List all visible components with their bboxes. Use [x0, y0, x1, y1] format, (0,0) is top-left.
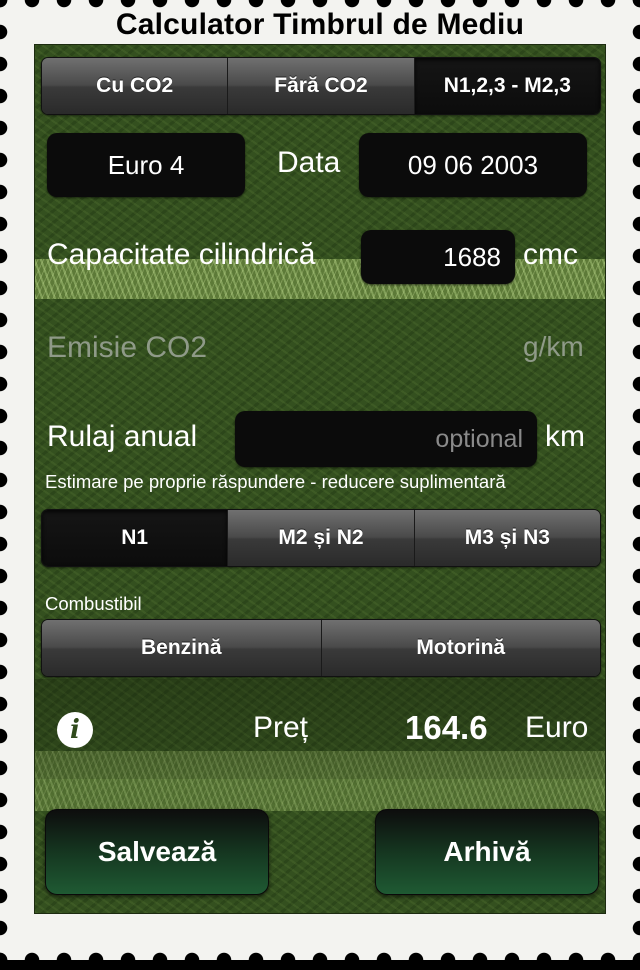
calculator-panel: Cu CO2 Fără CO2 N1,2,3 - M2,3 Euro 4 Dat… [34, 44, 606, 914]
mileage-label: Rulaj anual [47, 420, 198, 453]
calc-mode-segmented-control: Cu CO2 Fără CO2 N1,2,3 - M2,3 [41, 57, 601, 115]
tab-m3-n3[interactable]: M3 și N3 [414, 510, 600, 566]
capacity-input[interactable]: 1688 [361, 230, 515, 284]
tab-motorina[interactable]: Motorină [321, 620, 600, 676]
euro-norm-selector[interactable]: Euro 4 [47, 133, 245, 197]
price-currency: Euro [525, 711, 589, 744]
app-title: Calculator Timbrul de Mediu [115, 8, 525, 41]
price-value: 164.6 [405, 709, 488, 746]
capacity-unit: cmc [523, 238, 578, 271]
tab-fara-co2[interactable]: Fără CO2 [228, 58, 415, 114]
mileage-note: Estimare pe proprie răspundere - reducer… [45, 471, 506, 492]
info-icon[interactable]: i [57, 712, 93, 748]
emission-label: Emisie CO2 [47, 331, 208, 364]
tab-benzina[interactable]: Benzină [42, 620, 322, 676]
vehicle-class-segmented-control: N1 M2 și N2 M3 și N3 [41, 509, 601, 567]
perforation-left [0, 0, 10, 960]
tab-n-m-categories[interactable]: N1,2,3 - M2,3 [414, 58, 600, 114]
emission-unit: g/km [523, 331, 584, 362]
tab-n1[interactable]: N1 [42, 510, 229, 566]
fuel-segmented-control: Benzină Motorină [41, 619, 601, 677]
archive-button[interactable]: Arhivă [375, 809, 599, 895]
tab-cu-co2[interactable]: Cu CO2 [42, 58, 229, 114]
capacity-label: Capacitate cilindrică [47, 238, 316, 271]
tab-m2-n2[interactable]: M2 și N2 [228, 510, 415, 566]
perforation-right [630, 0, 640, 960]
date-label: Data [277, 146, 341, 179]
fuel-label: Combustibil [45, 593, 142, 614]
price-label: Preț [253, 711, 309, 744]
save-button[interactable]: Salvează [45, 809, 269, 895]
mileage-unit: km [545, 420, 585, 453]
price-bar [35, 679, 605, 779]
date-field[interactable]: 09 06 2003 [359, 133, 587, 197]
mileage-input[interactable]: optional [235, 411, 537, 467]
perforation-bottom [0, 950, 640, 970]
